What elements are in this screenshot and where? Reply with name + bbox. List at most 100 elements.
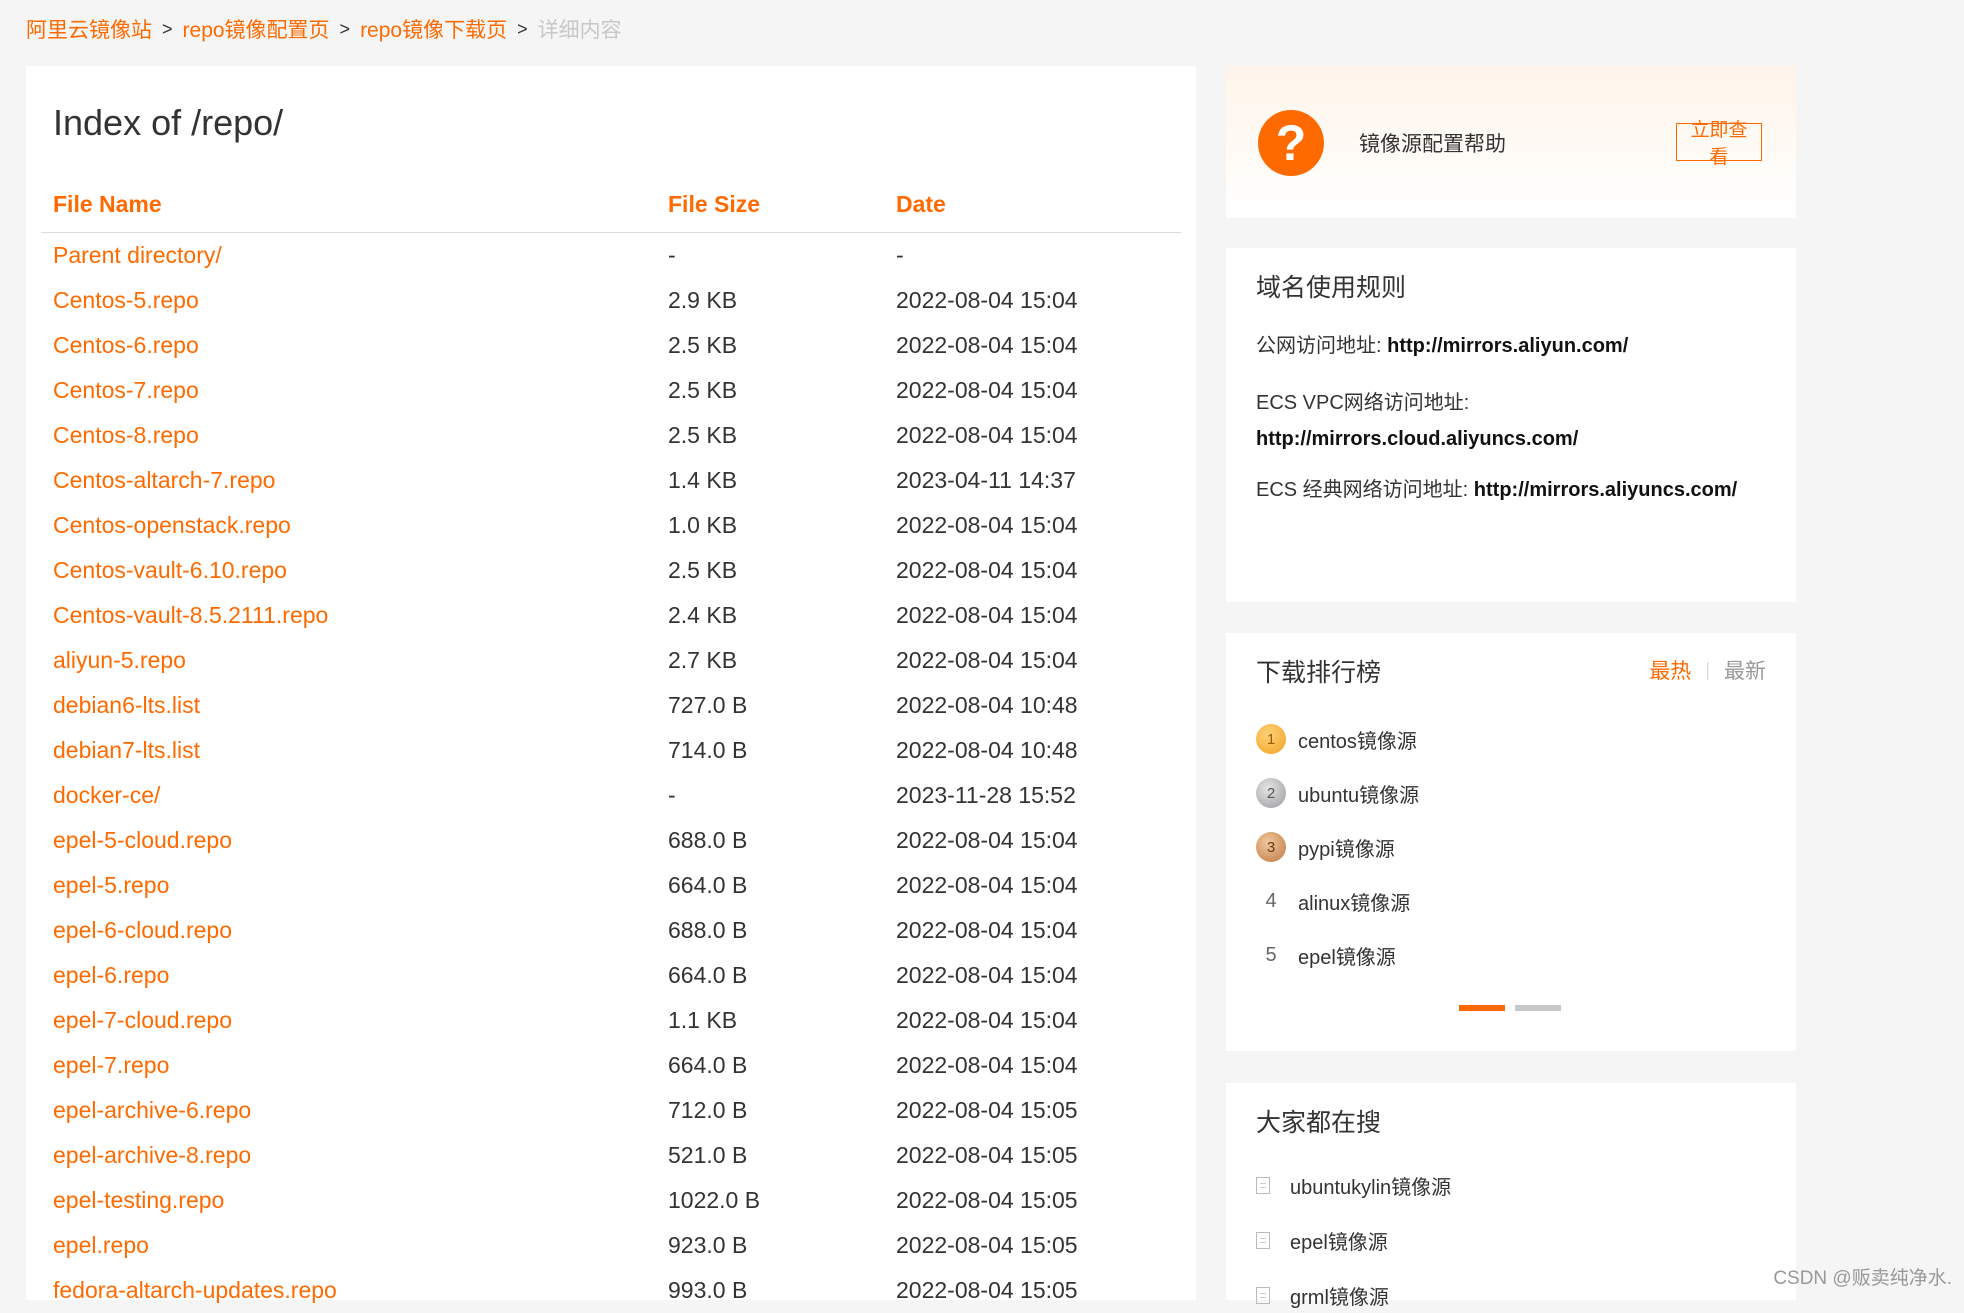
classic-address-url[interactable]: http://mirrors.aliyuncs.com/ [1474, 479, 1737, 501]
rank-item-4[interactable]: 4 alinux镜像源 [1256, 883, 1410, 919]
file-link[interactable]: epel-5-cloud.repo [53, 827, 232, 853]
bronze-medal-icon: 3 [1256, 832, 1286, 862]
file-name-cell: epel-6.repo [41, 953, 668, 998]
file-name-cell: Centos-8.repo [41, 413, 668, 458]
rank-item-label: ubuntu镜像源 [1298, 779, 1419, 808]
file-size-cell: 664.0 B [668, 953, 896, 998]
rank-item-label: epel镜像源 [1298, 941, 1396, 970]
column-header-file-size: File Size [668, 176, 896, 233]
file-link[interactable]: Centos-altarch-7.repo [53, 467, 275, 493]
file-name-cell: Centos-openstack.repo [41, 503, 668, 548]
file-link[interactable]: epel-6-cloud.repo [53, 917, 232, 943]
pager-dot-1[interactable] [1459, 1005, 1505, 1011]
file-link[interactable]: Centos-6.repo [53, 332, 199, 358]
file-name-cell: docker-ce/ [41, 773, 668, 818]
search-item-label: grml镜像源 [1290, 1281, 1389, 1310]
public-address-url[interactable]: http://mirrors.aliyun.com/ [1387, 335, 1628, 357]
table-row: fedora-altarch-updates.repo993.0 B2022-0… [41, 1268, 1181, 1313]
file-link[interactable]: Parent directory/ [53, 242, 222, 268]
public-address-line: 公网访问地址: http://mirrors.aliyun.com/ [1256, 328, 1628, 364]
search-item-3[interactable]: grml镜像源 [1256, 1281, 1389, 1310]
help-card: ? 镜像源配置帮助 立即查看 [1226, 66, 1796, 218]
table-row: epel-7-cloud.repo1.1 KB2022-08-04 15:04 [41, 998, 1181, 1043]
document-icon [1256, 1287, 1270, 1304]
tab-hottest[interactable]: 最热 [1649, 655, 1691, 685]
file-name-cell: epel-testing.repo [41, 1178, 668, 1223]
file-link[interactable]: epel-7.repo [53, 1052, 169, 1078]
table-row: Centos-vault-6.10.repo2.5 KB2022-08-04 1… [41, 548, 1181, 593]
file-name-cell: epel.repo [41, 1223, 668, 1268]
file-link[interactable]: aliyun-5.repo [53, 647, 186, 673]
table-row: Centos-altarch-7.repo1.4 KB2023-04-11 14… [41, 458, 1181, 503]
file-date-cell: 2022-08-04 15:04 [896, 323, 1181, 368]
table-row: debian7-lts.list714.0 B2022-08-04 10:48 [41, 728, 1181, 773]
file-link[interactable]: debian7-lts.list [53, 737, 200, 763]
file-link[interactable]: epel.repo [53, 1232, 149, 1258]
table-row: debian6-lts.list727.0 B2022-08-04 10:48 [41, 683, 1181, 728]
file-table: File Name File Size Date Parent director… [41, 176, 1181, 1313]
file-date-cell: - [896, 233, 1181, 279]
file-size-cell: 2.5 KB [668, 323, 896, 368]
column-header-file-name: File Name [41, 176, 668, 233]
rank-item-5[interactable]: 5 epel镜像源 [1256, 937, 1396, 973]
tab-newest[interactable]: 最新 [1724, 655, 1766, 685]
file-link[interactable]: Centos-openstack.repo [53, 512, 291, 538]
file-link[interactable]: epel-testing.repo [53, 1187, 224, 1213]
file-name-cell: Centos-vault-6.10.repo [41, 548, 668, 593]
file-list: Parent directory/--Centos-5.repo2.9 KB20… [41, 233, 1181, 1313]
file-name-cell: epel-archive-6.repo [41, 1088, 668, 1133]
table-row: epel-7.repo664.0 B2022-08-04 15:04 [41, 1043, 1181, 1088]
breadcrumb-separator: > [517, 19, 528, 40]
document-icon [1256, 1177, 1270, 1194]
search-item-label: ubuntukylin镜像源 [1290, 1171, 1451, 1200]
file-link[interactable]: Centos-5.repo [53, 287, 199, 313]
file-link[interactable]: debian6-lts.list [53, 692, 200, 718]
file-link[interactable]: epel-archive-8.repo [53, 1142, 251, 1168]
search-item-2[interactable]: epel镜像源 [1256, 1226, 1388, 1255]
watermark: CSDN @贩卖纯净水. [1773, 1263, 1952, 1290]
file-size-cell: 2.7 KB [668, 638, 896, 683]
search-item-1[interactable]: ubuntukylin镜像源 [1256, 1171, 1451, 1200]
table-row: Centos-5.repo2.9 KB2022-08-04 15:04 [41, 278, 1181, 323]
breadcrumb-repo-download[interactable]: repo镜像下载页 [360, 14, 507, 44]
breadcrumb-repo-config[interactable]: repo镜像配置页 [183, 14, 330, 44]
table-row: epel-archive-6.repo712.0 B2022-08-04 15:… [41, 1088, 1181, 1133]
document-icon [1256, 1232, 1270, 1249]
breadcrumb-home[interactable]: 阿里云镜像站 [26, 14, 152, 44]
pager-dot-2[interactable] [1515, 1005, 1561, 1011]
file-size-cell: 2.5 KB [668, 413, 896, 458]
file-link[interactable]: Centos-vault-6.10.repo [53, 557, 287, 583]
file-date-cell: 2022-08-04 15:04 [896, 593, 1181, 638]
file-size-cell: 1022.0 B [668, 1178, 896, 1223]
file-date-cell: 2022-08-04 15:05 [896, 1133, 1181, 1178]
rank-item-2[interactable]: 2 ubuntu镜像源 [1256, 775, 1419, 811]
file-link[interactable]: fedora-altarch-updates.repo [53, 1277, 337, 1303]
popular-searches-card: 大家都在搜 ubuntukylin镜像源 epel镜像源 grml镜像源 [1226, 1083, 1796, 1300]
file-link[interactable]: docker-ce/ [53, 782, 160, 808]
file-link[interactable]: epel-7-cloud.repo [53, 1007, 232, 1033]
file-link[interactable]: epel-6.repo [53, 962, 169, 988]
rank-item-3[interactable]: 3 pypi镜像源 [1256, 829, 1395, 865]
tab-divider: | [1705, 660, 1710, 681]
help-text: 镜像源配置帮助 [1359, 128, 1506, 158]
question-icon: ? [1258, 110, 1324, 176]
file-link[interactable]: Centos-7.repo [53, 377, 199, 403]
classic-address-label: ECS 经典网络访问地址: [1256, 479, 1474, 501]
file-name-cell: epel-7-cloud.repo [41, 998, 668, 1043]
file-name-cell: aliyun-5.repo [41, 638, 668, 683]
file-size-cell: 923.0 B [668, 1223, 896, 1268]
file-link[interactable]: epel-5.repo [53, 872, 169, 898]
rank-item-1[interactable]: 1 centos镜像源 [1256, 721, 1417, 757]
file-link[interactable]: epel-archive-6.repo [53, 1097, 251, 1123]
download-ranking-title: 下载排行榜 [1256, 653, 1381, 689]
view-now-button[interactable]: 立即查看 [1676, 123, 1762, 161]
vpc-address-url[interactable]: http://mirrors.cloud.aliyuncs.com/ [1256, 428, 1578, 450]
file-link[interactable]: Centos-8.repo [53, 422, 199, 448]
page-title: Index of /repo/ [53, 102, 283, 144]
table-row: epel.repo923.0 B2022-08-04 15:05 [41, 1223, 1181, 1268]
file-link[interactable]: Centos-vault-8.5.2111.repo [53, 602, 328, 628]
file-name-cell: debian7-lts.list [41, 728, 668, 773]
ranking-pager [1459, 1005, 1571, 1011]
file-name-cell: epel-archive-8.repo [41, 1133, 668, 1178]
file-size-cell: 2.5 KB [668, 368, 896, 413]
